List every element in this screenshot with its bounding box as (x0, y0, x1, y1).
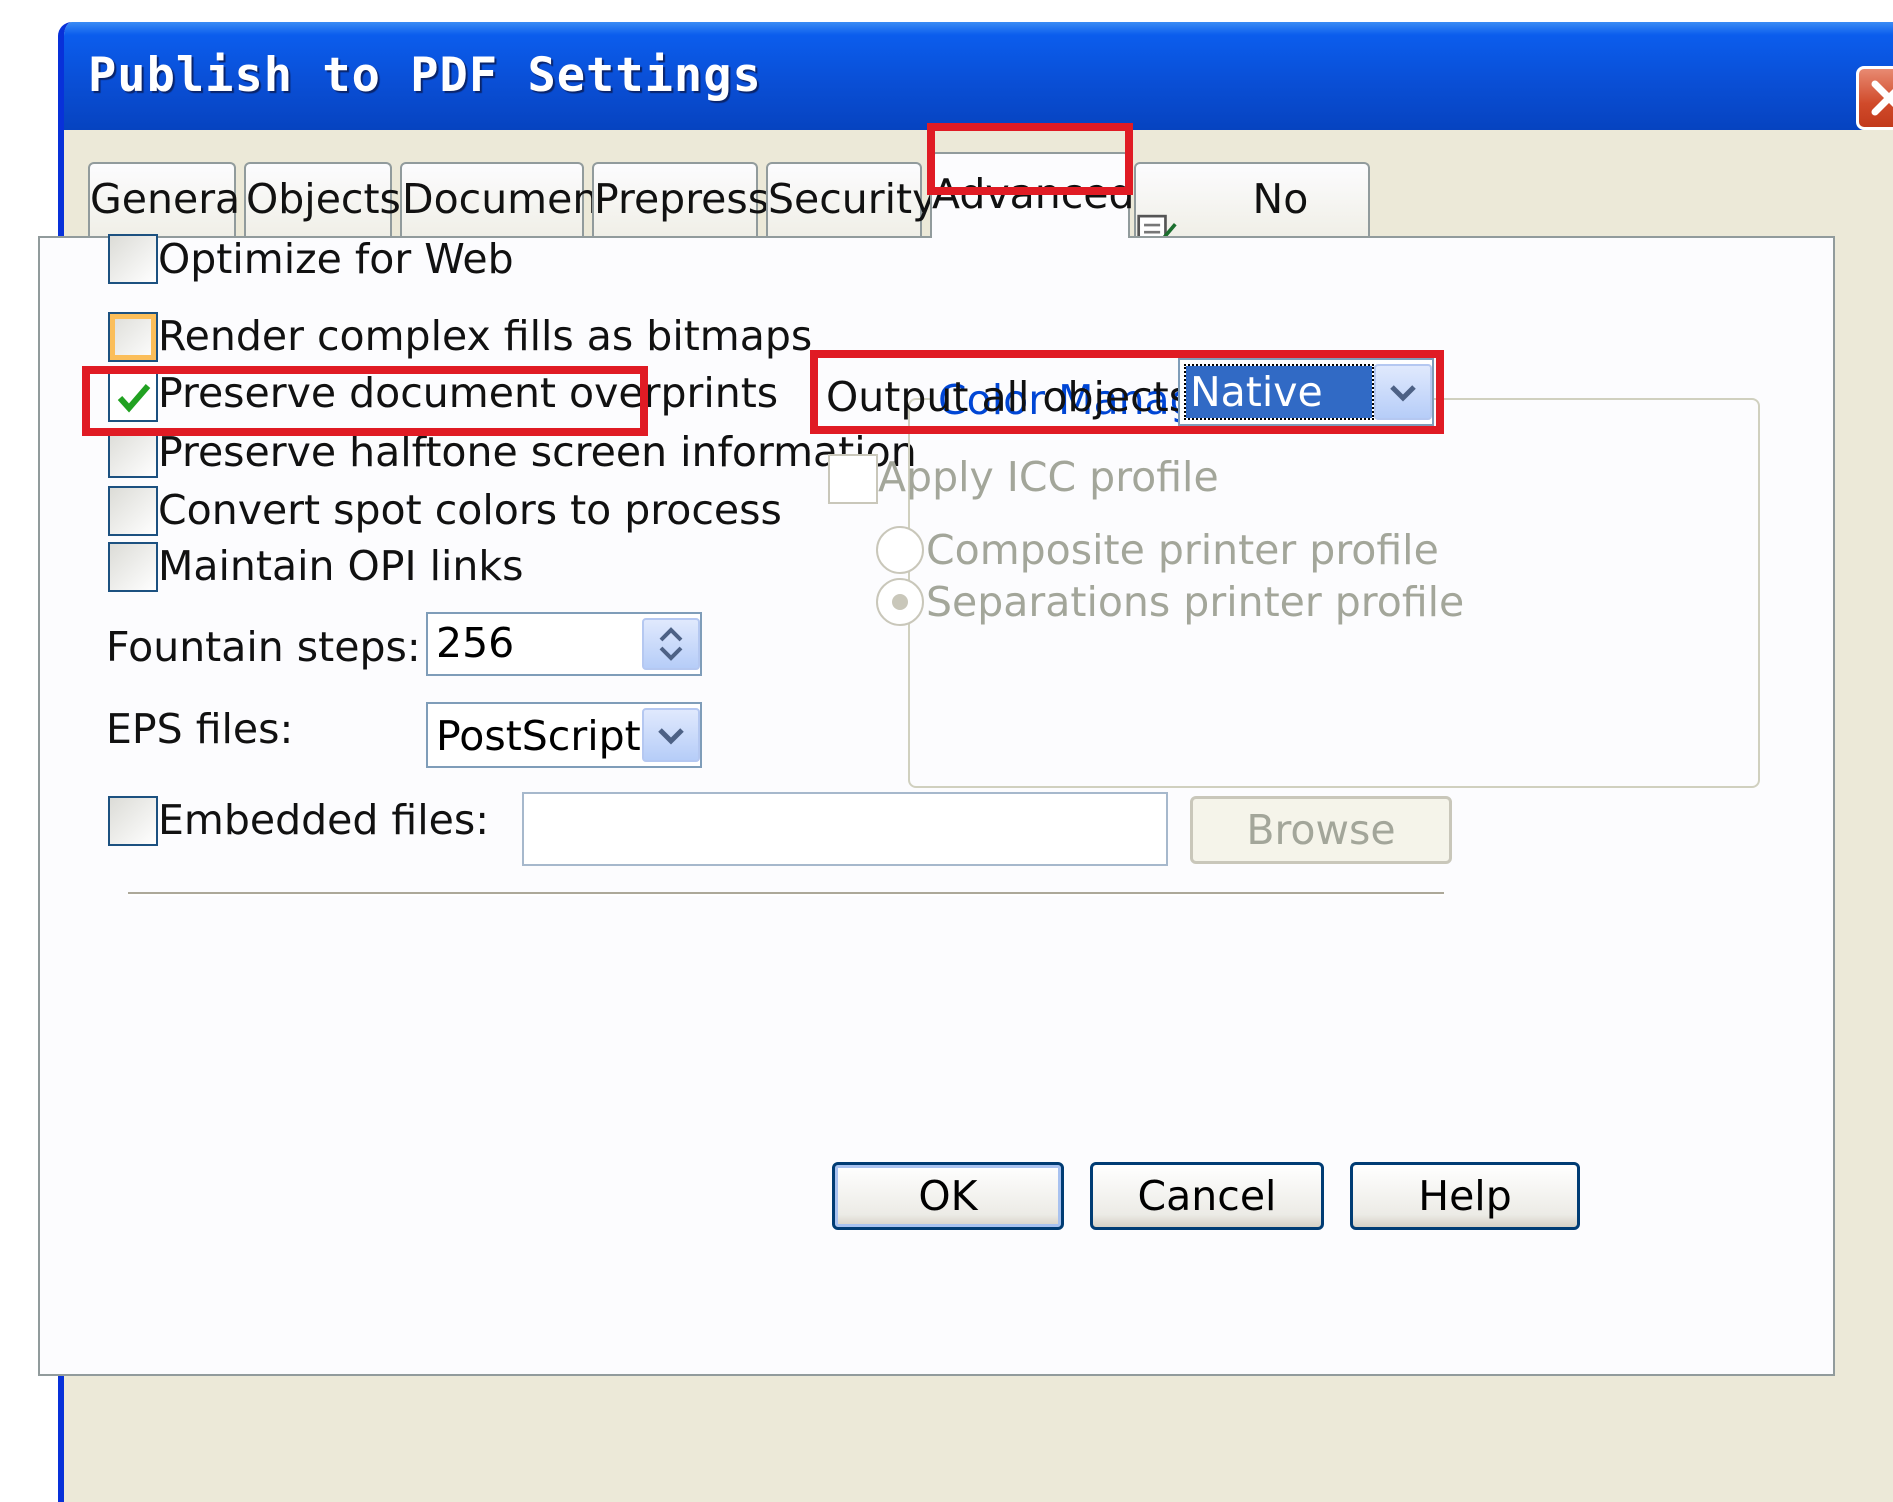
optimize-web-label: Optimize for Web (158, 235, 514, 283)
window-title: Publish to PDF Settings (88, 48, 762, 103)
tab-no-issues[interactable]: No Issues (1134, 162, 1370, 293)
apply-icc-checkbox[interactable] (828, 454, 878, 504)
apply-icc-label: Apply ICC profile (878, 453, 1219, 501)
tab-objects[interactable]: Objects (244, 162, 401, 236)
spin-down-icon[interactable] (657, 644, 685, 662)
tab-security[interactable]: Security (766, 162, 936, 236)
chevron-down-icon (658, 728, 684, 745)
embedded-files-label: Embedded files: (158, 796, 490, 844)
tab-prepress[interactable]: Prepress (592, 162, 769, 236)
tab-document[interactable]: Document (400, 162, 614, 236)
close-button[interactable] (1856, 66, 1893, 130)
separations-profile-radio[interactable] (876, 578, 924, 626)
optimize-web-checkbox[interactable] (108, 234, 158, 284)
spin-up-icon[interactable] (657, 626, 685, 644)
separator-line (128, 892, 1444, 896)
highlight-advanced-tab (927, 123, 1133, 195)
highlight-overprints (82, 366, 648, 436)
render-complex-label: Render complex fills as bitmaps (158, 312, 813, 360)
separations-profile-label: Separations printer profile (926, 578, 1465, 626)
radio-selected-dot (892, 594, 908, 610)
eps-files-dropdown-button[interactable] (642, 708, 700, 762)
render-complex-checkbox[interactable] (108, 312, 158, 362)
title-bar[interactable]: Publish to PDF Settings (64, 22, 1893, 130)
maintain-opi-label: Maintain OPI links (158, 542, 524, 590)
convert-spot-checkbox[interactable] (108, 486, 158, 536)
fountain-steps-label: Fountain steps: (106, 623, 421, 671)
help-button[interactable]: Help (1350, 1162, 1580, 1230)
composite-profile-label: Composite printer profile (926, 526, 1439, 574)
embedded-files-input[interactable] (522, 792, 1168, 866)
fountain-steps-spinner[interactable] (642, 618, 700, 670)
maintain-opi-checkbox[interactable] (108, 542, 158, 592)
tab-general[interactable]: General (88, 162, 252, 236)
ok-button[interactable]: OK (832, 1162, 1064, 1230)
browse-button[interactable]: Browse (1190, 796, 1452, 864)
convert-spot-label: Convert spot colors to process (158, 486, 782, 534)
eps-files-select[interactable]: PostScript (426, 702, 702, 768)
highlight-output-objects (810, 350, 1444, 434)
eps-files-label: EPS files: (106, 705, 294, 753)
composite-profile-radio[interactable] (876, 526, 924, 574)
cancel-button[interactable]: Cancel (1090, 1162, 1324, 1230)
close-icon (1871, 80, 1893, 116)
embedded-files-checkbox[interactable] (108, 796, 158, 846)
fountain-steps-input[interactable]: 256 (426, 612, 702, 676)
